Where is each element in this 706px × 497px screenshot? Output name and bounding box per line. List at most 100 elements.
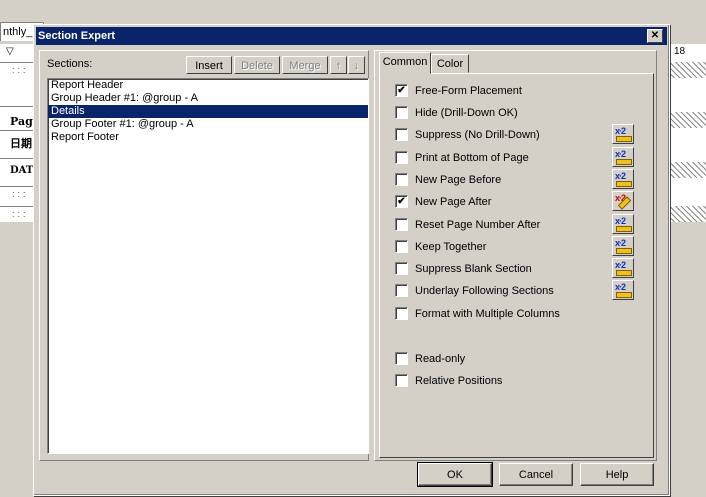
option-label: New Page Before [415,174,502,186]
option-checkbox[interactable] [395,373,408,387]
formula-button[interactable]: x·2 [612,214,634,234]
arrow-up-icon: ↑ [335,60,342,72]
section-list-item[interactable]: Report Header [48,79,368,92]
option-label: Reset Page Number After [415,219,541,231]
ruler-marker-icon: ▽ [6,46,14,57]
designer-row-text: DAT [10,165,34,176]
formula-button[interactable]: x·2 [612,258,634,278]
tab-color[interactable]: Color [431,54,469,73]
option-row: Underlay Following Sections [395,283,554,299]
formula-icon: x·2 [615,126,626,136]
designer-left-canvas: ::: Pag 日期 DAT ::: ::: [0,62,36,222]
designer-row: Pag [0,106,36,129]
formula-icon: x·2 [615,238,626,248]
move-up-button[interactable]: ↑ [330,56,347,74]
dialog-titlebar[interactable]: Section Expert ✕ [36,27,667,45]
section-list-item[interactable]: Report Footer [48,131,368,144]
pencil-icon [616,136,632,142]
option-row: ✔ Free-Form Placement [395,83,522,99]
formula-button[interactable]: x·2 [612,169,634,189]
option-label: New Page After [415,196,492,208]
delete-button[interactable]: Delete [234,56,280,74]
designer-row-text: Pag [10,115,33,128]
designer-row: ::: [0,62,36,85]
formula-button[interactable]: x·2 [612,191,634,211]
designer-row-text: 日期 [10,137,32,150]
dialog-title: Section Expert [38,30,116,42]
option-checkbox[interactable] [395,306,408,320]
options-area: Common Color ✔ Free-Form Placement Hide (D… [374,50,657,461]
option-checkbox[interactable] [395,261,408,275]
formula-button[interactable]: x·2 [612,124,634,144]
option-checkbox[interactable] [395,172,408,186]
sections-list[interactable]: Report Header Group Header #1: @group - A… [47,78,369,454]
option-label: Suppress (No Drill-Down) [415,129,540,141]
option-label: Keep Together [415,241,487,253]
option-checkbox[interactable] [395,105,408,119]
option-row: ✔ New Page After [395,194,491,210]
option-label: Print at Bottom of Page [415,152,529,164]
formula-button[interactable]: x·2 [612,236,634,256]
option-label: Relative Positions [415,375,503,387]
option-row: New Page Before [395,172,501,188]
option-label: Underlay Following Sections [415,285,554,297]
option-row: Format with Multiple Columns [395,306,560,322]
formula-icon: x·2 [615,216,626,226]
option-label: Format with Multiple Columns [415,308,560,320]
designer-row: 日期 [0,130,36,153]
option-row: Reset Page Number After [395,217,540,233]
pencil-icon [616,270,632,276]
option-checkbox[interactable] [395,217,408,231]
common-tab-page: ✔ Free-Form Placement Hide (Drill-Down OK)… [379,73,654,458]
option-row: Hide (Drill-Down OK) [395,105,518,121]
option-checkbox[interactable] [395,351,408,365]
help-button[interactable]: Help [580,463,654,486]
option-checkbox[interactable] [395,150,408,164]
option-label: Suppress Blank Section [415,263,532,275]
formula-icon: x·2 [615,149,626,159]
option-label: Free-Form Placement [415,85,522,97]
arrow-down-icon: ↓ [353,60,360,72]
move-down-button[interactable]: ↓ [348,56,365,74]
pencil-icon [616,248,632,254]
ruler-number: 18 [674,46,686,57]
formula-icon: x·2 [615,282,626,292]
option-row: Suppress (No Drill-Down) [395,127,540,143]
option-row: Relative Positions [395,373,502,389]
ok-button[interactable]: OK [417,462,493,487]
designer-right-canvas [668,62,706,222]
option-checkbox[interactable]: ✔ [395,83,408,97]
pencil-icon [616,226,632,232]
formula-icon: x·2 [615,260,626,270]
option-checkbox[interactable] [395,283,408,297]
designer-toolbar-area [0,0,706,24]
pencil-icon [616,159,632,165]
option-label: Hide (Drill-Down OK) [415,107,518,119]
designer-row: ::: [0,206,36,229]
option-checkbox[interactable] [395,127,408,141]
cancel-button[interactable]: Cancel [499,463,573,486]
insert-button[interactable]: Insert [186,56,232,74]
section-list-item[interactable]: Details [48,105,368,118]
formula-button[interactable]: x·2 [612,280,634,300]
formula-icon: x·2 [615,171,626,181]
close-button[interactable]: ✕ [647,29,663,43]
option-label: Read-only [415,353,466,365]
option-row: Keep Together [395,239,486,255]
close-icon: ✕ [650,30,660,41]
merge-button[interactable]: Merge [282,56,328,74]
option-row: Suppress Blank Section [395,261,532,277]
pencil-icon [616,292,632,298]
pencil-icon [616,181,632,187]
formula-button[interactable]: x·2 [612,147,634,167]
designer-row: DAT [0,158,36,181]
sections-panel: Sections: Insert Delete Merge ↑ ↓ Report… [39,50,369,461]
option-checkbox[interactable] [395,239,408,253]
tab-common[interactable]: Common [379,52,431,74]
section-list-item[interactable]: Group Footer #1: @group - A [48,118,368,131]
sections-label: Sections: [47,58,93,70]
option-row: Print at Bottom of Page [395,150,529,166]
option-row: Read-only [395,351,465,367]
section-list-item[interactable]: Group Header #1: @group - A [48,92,368,105]
option-checkbox[interactable]: ✔ [395,194,408,208]
